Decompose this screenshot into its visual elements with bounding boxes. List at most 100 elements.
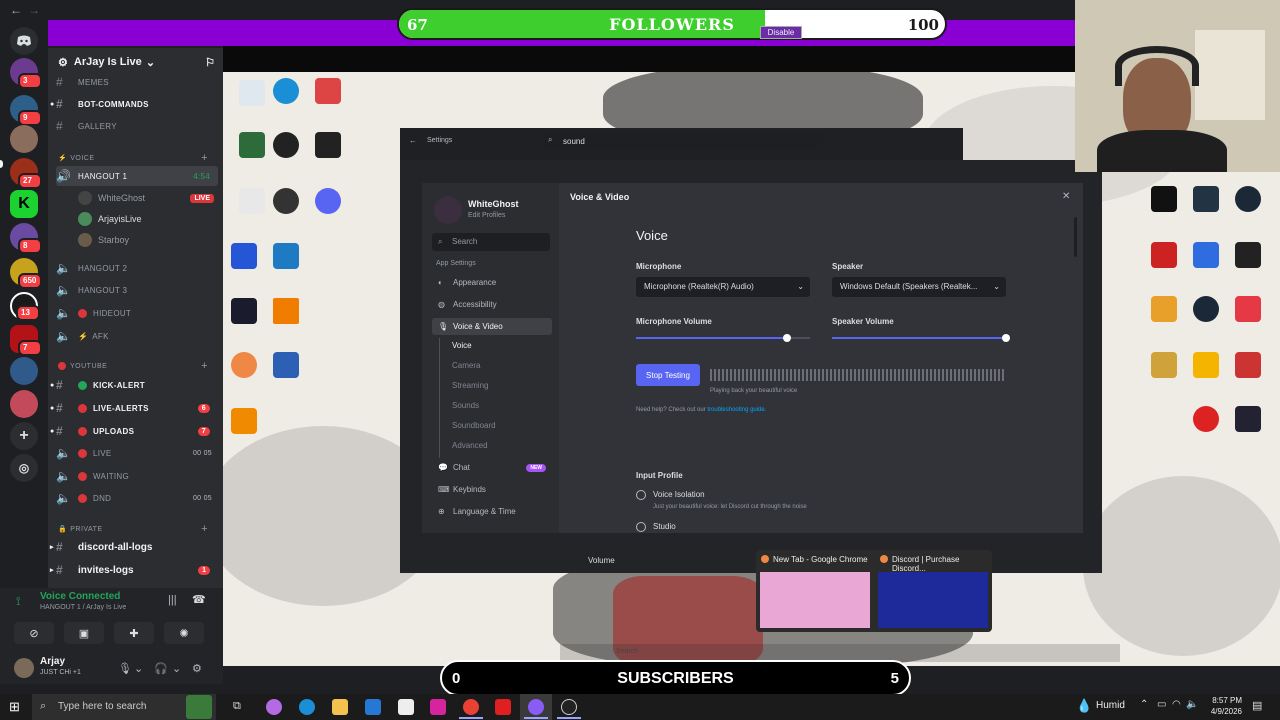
channel-discord-all-logs[interactable]: ▸ # discord-all-logs — [50, 537, 218, 557]
channel-bot-commands[interactable]: ● # BOT-COMMANDS — [50, 94, 218, 114]
avatar[interactable] — [14, 658, 34, 678]
task-view-icon[interactable]: ⧉ — [233, 700, 241, 713]
gear-icon[interactable]: ⚙ — [192, 662, 202, 675]
voice-channel-hangout-2[interactable]: 🔈 HANGOUT 2 — [56, 258, 218, 278]
edge-icon[interactable] — [299, 699, 315, 715]
edit-profiles-link[interactable]: Edit Profiles — [468, 212, 505, 219]
voice-channel-live[interactable]: 🔈 LIVE 00 05 — [56, 443, 218, 463]
desktop-icon-app[interactable] — [222, 408, 266, 437]
stop-testing-button[interactable]: Stop Testing — [636, 364, 700, 386]
server-icon[interactable]: 7 — [10, 325, 42, 356]
channel-live-alerts[interactable]: ● # LIVE-ALERTS 6 — [50, 398, 218, 418]
category-youtube[interactable]: YOUTUBE + — [58, 360, 208, 372]
voice-channel-hangout-1[interactable]: 🔊 HANGOUT 1 4:54 — [56, 166, 218, 186]
desktop-icon-chrome[interactable] — [222, 352, 266, 381]
chevron-down-icon[interactable]: ⌄ — [172, 662, 181, 675]
disconnect-icon[interactable]: ☎ — [192, 593, 206, 606]
nav-voice[interactable]: Voice — [432, 337, 552, 354]
server-icon[interactable]: 8 — [10, 223, 42, 254]
activities-button[interactable]: ✚ — [114, 622, 154, 644]
voice-channel-dnd[interactable]: 🔈 DND 00 05 — [56, 488, 218, 508]
channel-invites-logs[interactable]: ▸ # invites-logs 1 — [50, 560, 218, 580]
troubleshooting-link[interactable]: troubleshooting guide. — [707, 407, 766, 413]
kick-server-icon[interactable]: K — [10, 190, 38, 218]
channel-uploads[interactable]: ● # UPLOADS 7 — [50, 421, 218, 441]
nav-sounds[interactable]: Sounds — [432, 397, 552, 414]
speaker-volume-slider[interactable] — [1002, 334, 1010, 342]
nav-chat[interactable]: 💬 Chat NEW — [432, 459, 552, 476]
chevron-down-icon[interactable]: ⌄ — [134, 662, 143, 675]
clock-date[interactable]: 4/9/2026 — [1202, 707, 1242, 716]
wifi-icon[interactable]: ◠ — [1172, 699, 1181, 710]
add-server-icon[interactable]: + — [10, 422, 38, 450]
desktop-icon-roblox-studio[interactable] — [306, 132, 350, 161]
instagram-icon[interactable] — [430, 699, 446, 715]
desktop-icon-steam[interactable] — [1226, 186, 1270, 215]
wps-icon[interactable] — [495, 699, 511, 715]
add-channel-icon[interactable]: + — [201, 360, 208, 372]
headphones-icon[interactable]: 🎧 — [154, 662, 168, 675]
discord-preview-thumbnail[interactable] — [878, 572, 988, 628]
server-icon[interactable]: 27 — [10, 158, 42, 189]
desktop-icon-vlc[interactable] — [264, 298, 308, 327]
voice-channel-hideout[interactable]: 🔈 HIDEOUT — [56, 303, 218, 323]
network-icon[interactable]: ▭ — [1157, 699, 1166, 710]
discover-icon[interactable]: ◎ — [10, 454, 38, 482]
server-icon[interactable]: 13 — [10, 292, 40, 321]
app-icon[interactable] — [561, 699, 577, 715]
nav-accessibility[interactable]: ◍ Accessibility — [432, 296, 552, 313]
desktop-icon-malwarebytes[interactable] — [222, 243, 266, 272]
desktop-icon-edge[interactable] — [264, 78, 308, 107]
clock-time[interactable]: 8:57 PM — [1202, 696, 1242, 705]
store-icon[interactable] — [398, 699, 414, 715]
desktop-icon-counter-strike-source[interactable] — [1142, 352, 1186, 381]
desktop-icon-discord[interactable] — [306, 188, 350, 217]
microphone-icon[interactable]: 🎙 — [118, 662, 132, 675]
server-icon[interactable]: 650 — [10, 258, 42, 289]
studio-radio[interactable] — [636, 522, 646, 532]
desktop-icon-gta-v[interactable] — [1184, 186, 1228, 215]
nav-keybinds[interactable]: ⌨ Keybinds — [432, 481, 552, 498]
voice-channel-name[interactable]: HANGOUT 1 / ArJay Is Live — [40, 604, 126, 611]
desktop-icon-app[interactable] — [1184, 406, 1228, 435]
voice-channel-waiting[interactable]: 🔈 WAITING — [56, 466, 218, 486]
desktop-icon-app[interactable] — [222, 298, 266, 327]
desktop-icon-half-life[interactable] — [1142, 186, 1186, 215]
invite-icon[interactable]: ⚐ — [205, 56, 215, 69]
desktop-icon-app[interactable] — [306, 78, 350, 107]
desktop-icon-epic-games[interactable] — [1226, 242, 1270, 271]
nav-camera[interactable]: Camera — [432, 357, 552, 374]
forward-arrow-icon[interactable]: → — [28, 3, 40, 17]
desktop-icon-rockstar[interactable] — [1184, 352, 1228, 381]
desktop-icon-steam[interactable] — [1184, 296, 1228, 325]
desktop-icon-obs[interactable] — [264, 188, 308, 217]
voice-channel-hangout-3[interactable]: 🔈 HANGOUT 3 — [56, 280, 218, 300]
weather-text[interactable]: Humid — [1096, 700, 1125, 711]
server-header[interactable]: ⚙ ArJay Is Live ⌄ ⚐ — [48, 48, 223, 76]
mail-icon[interactable] — [365, 699, 381, 715]
windows-start-icon[interactable]: ⊞ — [9, 699, 20, 715]
channel-gallery[interactable]: # GALLERY — [56, 116, 218, 136]
category-private[interactable]: 🔒 PRIVATE + — [58, 523, 208, 535]
weather-icon[interactable]: 💧 — [1076, 698, 1092, 714]
desktop-icon-app[interactable] — [264, 132, 308, 161]
camera-off-button[interactable]: ⊘ — [14, 622, 54, 644]
disable-button[interactable]: Disable — [760, 26, 802, 39]
soundboard-button[interactable]: ✺ — [164, 622, 204, 644]
screen-share-button[interactable]: ▣ — [64, 622, 104, 644]
add-channel-icon[interactable]: + — [201, 152, 208, 164]
server-icon[interactable]: 3 — [10, 58, 42, 89]
obs-icon[interactable] — [528, 699, 544, 715]
category-voice[interactable]: ⚡ VOICE + — [58, 152, 208, 164]
voice-user[interactable]: Starboy — [78, 230, 218, 250]
channel-kick-alert[interactable]: ● # KICK-ALERT — [50, 375, 218, 395]
add-channel-icon[interactable]: + — [201, 523, 208, 535]
voice-isolation-radio[interactable] — [636, 490, 646, 500]
voice-user[interactable]: WhiteGhost LIVE — [78, 188, 218, 208]
desktop-icon-counter-strike[interactable] — [1142, 296, 1186, 325]
file-explorer-icon[interactable] — [332, 699, 348, 715]
chrome-preview-thumbnail[interactable] — [760, 572, 870, 628]
desktop-icon-roblox-player[interactable] — [1184, 242, 1228, 271]
close-icon[interactable]: ✕ — [1062, 191, 1070, 202]
nav-soundboard[interactable]: Soundboard — [432, 417, 552, 434]
